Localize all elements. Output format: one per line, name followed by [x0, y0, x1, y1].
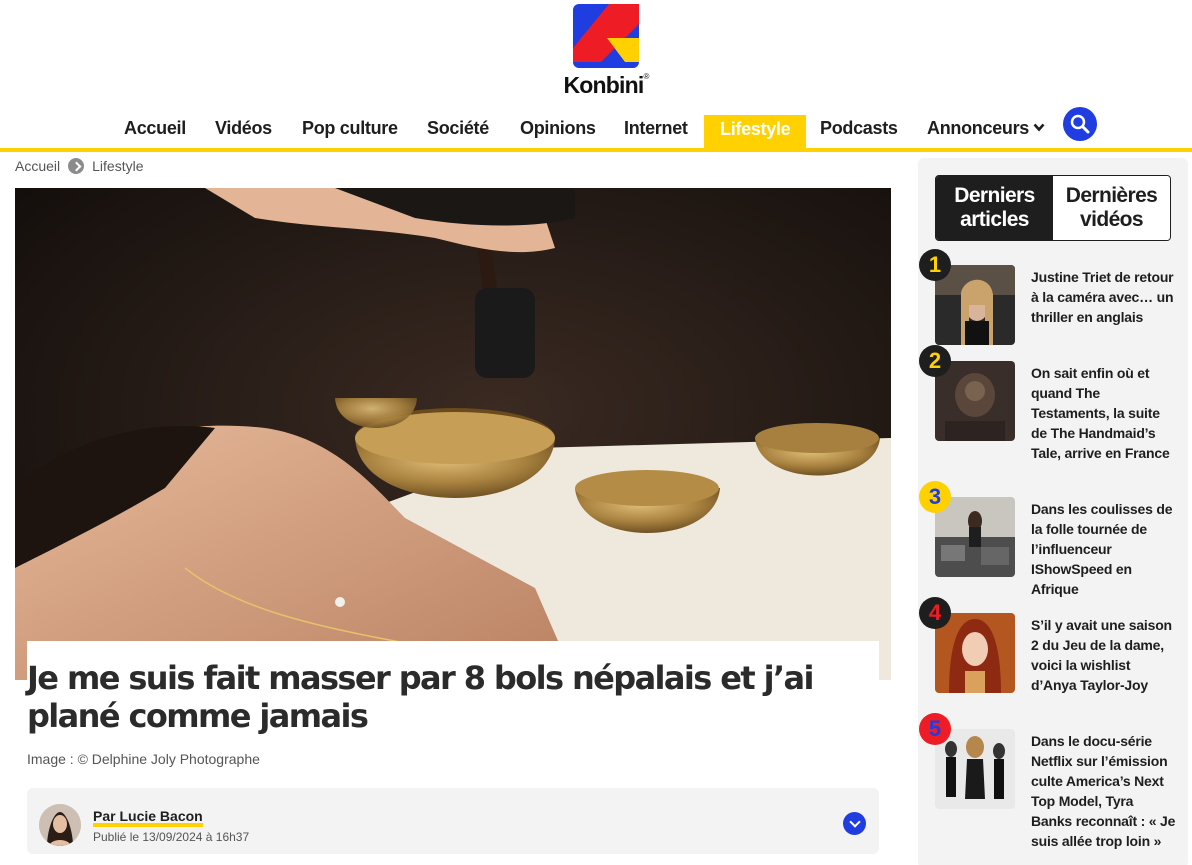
rank-badge: 1	[919, 249, 951, 281]
nav-item-societe[interactable]: Société	[427, 118, 489, 139]
rank-badge: 2	[919, 345, 951, 377]
nav-item-annonceurs-label: Annonceurs	[927, 118, 1030, 138]
search-icon	[1070, 114, 1090, 134]
konbini-logo[interactable]: Konbini®	[557, 4, 655, 98]
article-link-title: On sait enfin où et quand The Testaments…	[1031, 365, 1170, 461]
main-nav: Accueil Vidéos Pop culture Société Opini…	[0, 108, 1192, 152]
sidebar-tabs: Derniers articles Dernières vidéos	[935, 175, 1171, 241]
article-link-title: S’il y avait une saison 2 du Jeu de la d…	[1031, 617, 1172, 693]
nav-divider	[0, 148, 1192, 152]
nav-item-annonceurs[interactable]: Annonceurs	[927, 118, 1045, 139]
article-thumbnail	[935, 729, 1015, 809]
article-thumbnail	[935, 361, 1015, 441]
breadcrumb-lifestyle[interactable]: Lifestyle	[92, 158, 143, 174]
nav-item-podcasts[interactable]: Podcasts	[820, 118, 898, 139]
article-thumbnail	[935, 497, 1015, 577]
article-link-title: Dans le docu-série Netflix sur l’émissio…	[1031, 733, 1176, 849]
article-title: Je me suis fait masser par 8 bols népala…	[27, 659, 815, 735]
search-button[interactable]	[1063, 107, 1097, 141]
chevron-down-icon	[1033, 123, 1045, 132]
tab-dernieres-videos[interactable]: Dernières vidéos	[1053, 176, 1170, 240]
article-link-title: Justine Triet de retour à la caméra avec…	[1031, 269, 1174, 325]
nav-item-opinions[interactable]: Opinions	[520, 118, 596, 139]
article-title-box: Je me suis fait masser par 8 bols népala…	[27, 641, 879, 735]
nav-item-pop-culture[interactable]: Pop culture	[302, 118, 398, 139]
rank-badge: 4	[919, 597, 951, 629]
nav-item-lifestyle[interactable]: Lifestyle	[704, 115, 807, 151]
article-hero-image	[15, 188, 891, 680]
publish-date: Publié le 13/09/2024 à 16h37	[93, 830, 250, 844]
logo-wordmark: Konbini®	[563, 72, 649, 98]
author-card: Par Lucie Bacon Publié le 13/09/2024 à 1…	[27, 788, 879, 854]
author-avatar[interactable]	[39, 804, 81, 846]
nav-item-videos[interactable]: Vidéos	[215, 118, 272, 139]
article-thumbnail	[935, 265, 1015, 345]
chevron-right-icon	[68, 158, 85, 174]
author-name-link[interactable]: Par Lucie Bacon	[93, 808, 203, 827]
expand-author-button[interactable]	[843, 812, 866, 835]
nav-item-accueil[interactable]: Accueil	[124, 118, 186, 139]
breadcrumb-accueil[interactable]: Accueil	[15, 158, 60, 174]
rank-badge: 5	[919, 713, 951, 745]
image-credit: Image : © Delphine Joly Photographe	[27, 751, 260, 767]
logo-mark-icon	[573, 4, 639, 68]
rank-badge: 3	[919, 481, 951, 513]
latest-sidebar: Derniers articles Dernières vidéos 1 Jus…	[918, 158, 1188, 865]
article-link-title: Dans les coulisses de la folle tournée d…	[1031, 501, 1173, 597]
nav-item-internet[interactable]: Internet	[624, 118, 688, 139]
breadcrumb: Accueil Lifestyle	[15, 156, 144, 176]
tab-derniers-articles[interactable]: Derniers articles	[936, 176, 1053, 240]
article-thumbnail	[935, 613, 1015, 693]
